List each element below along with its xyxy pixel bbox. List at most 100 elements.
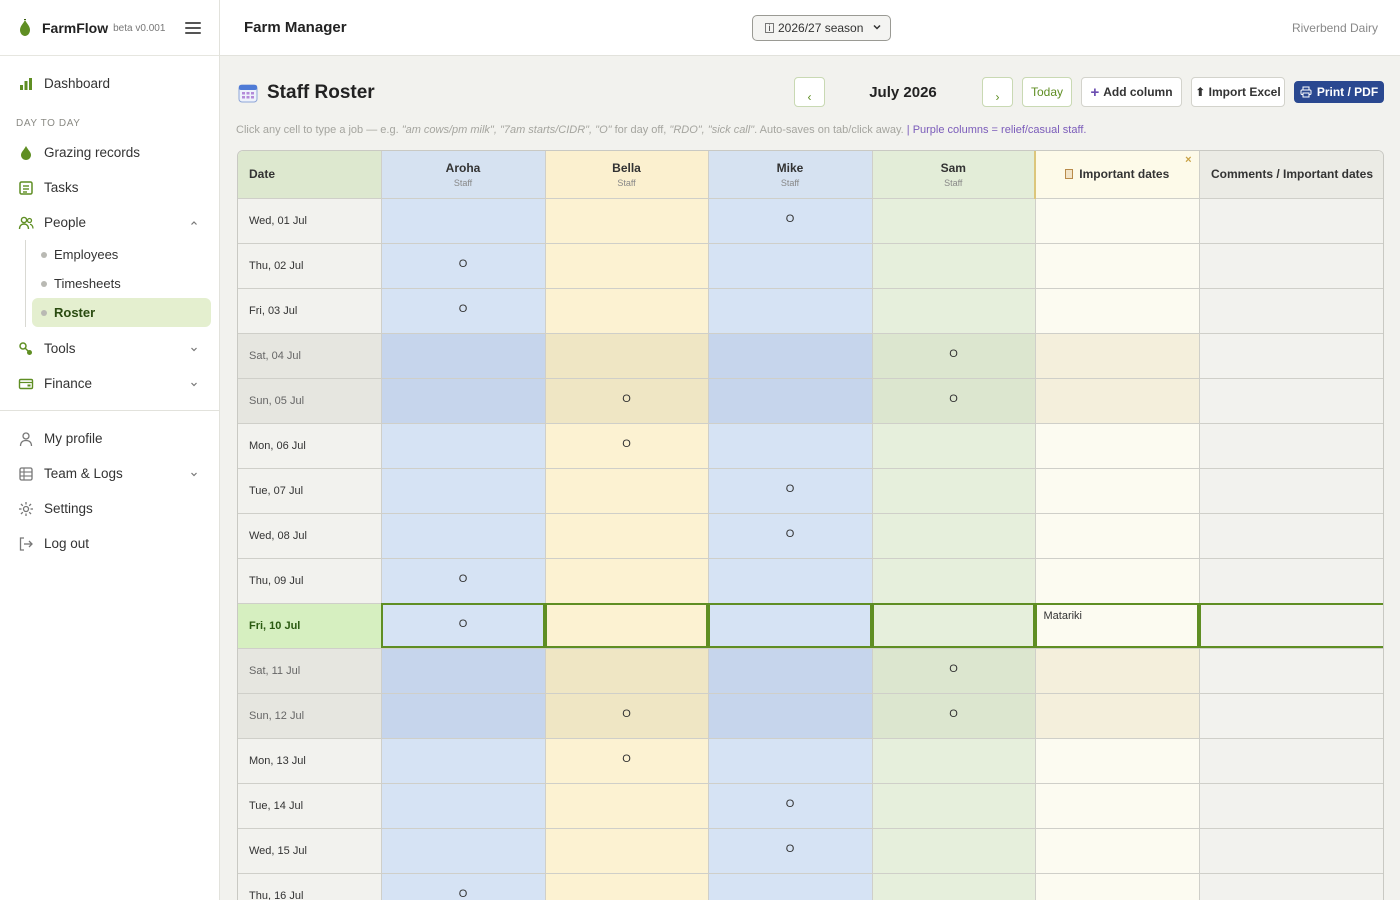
comment-cell[interactable] (1199, 783, 1383, 829)
roster-cell-aroha[interactable] (381, 738, 546, 784)
roster-cell-mike[interactable] (708, 378, 873, 424)
roster-cell-mike[interactable] (708, 243, 873, 289)
roster-cell-aroha[interactable] (381, 198, 546, 244)
prev-month-button[interactable]: ‹ (794, 77, 825, 107)
roster-cell-aroha[interactable]: O (381, 873, 546, 900)
roster-cell-sam[interactable] (872, 603, 1036, 649)
important-date-cell[interactable] (1035, 333, 1200, 379)
staff-column-header-sam[interactable]: Sam Staff (872, 151, 1036, 199)
roster-cell-sam[interactable] (872, 783, 1036, 829)
roster-cell-bella[interactable]: O (545, 423, 709, 469)
roster-cell-aroha[interactable] (381, 648, 546, 694)
roster-cell-mike[interactable] (708, 603, 873, 649)
comment-cell[interactable] (1199, 198, 1383, 244)
important-date-cell[interactable] (1035, 738, 1200, 784)
sidebar-item-finance[interactable]: Finance (0, 366, 219, 401)
sidebar-item-my-profile[interactable]: My profile (0, 421, 219, 456)
roster-cell-mike[interactable] (708, 738, 873, 784)
roster-cell-aroha[interactable] (381, 828, 546, 874)
roster-cell-mike[interactable] (708, 288, 873, 334)
roster-cell-aroha[interactable] (381, 468, 546, 514)
important-date-cell[interactable] (1035, 468, 1200, 514)
roster-cell-mike[interactable]: O (708, 828, 873, 874)
roster-cell-aroha[interactable] (381, 333, 546, 379)
roster-cell-aroha[interactable]: O (381, 288, 546, 334)
sidebar-item-grazing[interactable]: Grazing records (0, 135, 219, 170)
staff-column-header-aroha[interactable]: Aroha Staff (381, 151, 546, 199)
roster-cell-mike[interactable]: O (708, 783, 873, 829)
roster-cell-sam[interactable]: O (872, 693, 1036, 739)
roster-cell-sam[interactable] (872, 468, 1036, 514)
staff-column-header-mike[interactable]: Mike Staff (708, 151, 873, 199)
roster-cell-bella[interactable] (545, 603, 709, 649)
comment-cell[interactable] (1199, 693, 1383, 739)
roster-cell-aroha[interactable] (381, 378, 546, 424)
next-month-button[interactable]: › (982, 77, 1013, 107)
add-column-button[interactable]: + Add column (1081, 77, 1182, 107)
roster-cell-sam[interactable]: O (872, 333, 1036, 379)
important-date-cell[interactable] (1035, 198, 1200, 244)
comment-cell[interactable] (1199, 603, 1383, 649)
roster-cell-bella[interactable] (545, 648, 709, 694)
roster-cell-aroha[interactable] (381, 693, 546, 739)
roster-cell-mike[interactable]: O (708, 513, 873, 559)
roster-cell-mike[interactable]: O (708, 468, 873, 514)
roster-cell-mike[interactable] (708, 423, 873, 469)
comment-cell[interactable] (1199, 873, 1383, 900)
comment-cell[interactable] (1199, 558, 1383, 604)
roster-cell-bella[interactable] (545, 288, 709, 334)
roster-cell-sam[interactable] (872, 288, 1036, 334)
important-date-cell[interactable] (1035, 873, 1200, 900)
roster-cell-bella[interactable] (545, 243, 709, 289)
roster-cell-mike[interactable] (708, 558, 873, 604)
print-pdf-button[interactable]: Print / PDF (1294, 81, 1384, 103)
roster-cell-sam[interactable] (872, 738, 1036, 784)
roster-cell-aroha[interactable] (381, 513, 546, 559)
sidebar-item-timesheets[interactable]: Timesheets (32, 269, 211, 298)
roster-cell-aroha[interactable] (381, 423, 546, 469)
comment-cell[interactable] (1199, 333, 1383, 379)
roster-cell-sam[interactable] (872, 198, 1036, 244)
roster-cell-bella[interactable] (545, 513, 709, 559)
roster-cell-sam[interactable] (872, 423, 1036, 469)
sidebar-item-roster[interactable]: Roster (32, 298, 211, 327)
roster-cell-sam[interactable] (872, 243, 1036, 289)
roster-cell-bella[interactable]: O (545, 378, 709, 424)
roster-cell-mike[interactable] (708, 648, 873, 694)
roster-cell-bella[interactable]: O (545, 693, 709, 739)
roster-cell-mike[interactable] (708, 873, 873, 900)
important-date-cell[interactable] (1035, 288, 1200, 334)
roster-cell-sam[interactable]: O (872, 648, 1036, 694)
comment-cell[interactable] (1199, 513, 1383, 559)
roster-cell-mike[interactable] (708, 333, 873, 379)
sidebar-item-tools[interactable]: Tools (0, 331, 219, 366)
sidebar-item-logout[interactable]: Log out (0, 526, 219, 561)
sidebar-item-employees[interactable]: Employees (32, 240, 211, 269)
important-date-cell[interactable] (1035, 423, 1200, 469)
season-select[interactable]: i 2026/27 season (752, 15, 891, 41)
roster-cell-aroha[interactable]: O (381, 558, 546, 604)
important-date-cell[interactable] (1035, 648, 1200, 694)
roster-cell-bella[interactable] (545, 828, 709, 874)
comment-cell[interactable] (1199, 468, 1383, 514)
comment-cell[interactable] (1199, 423, 1383, 469)
roster-cell-mike[interactable] (708, 693, 873, 739)
comment-cell[interactable] (1199, 738, 1383, 784)
roster-cell-sam[interactable] (872, 873, 1036, 900)
import-excel-button[interactable]: ⬆ Import Excel (1191, 77, 1285, 107)
roster-cell-bella[interactable] (545, 558, 709, 604)
roster-cell-bella[interactable]: O (545, 738, 709, 784)
comment-cell[interactable] (1199, 243, 1383, 289)
important-date-cell[interactable] (1035, 693, 1200, 739)
important-date-cell[interactable] (1035, 828, 1200, 874)
sidebar-item-team-logs[interactable]: Team & Logs (0, 456, 219, 491)
roster-cell-bella[interactable] (545, 333, 709, 379)
important-date-cell[interactable] (1035, 513, 1200, 559)
hamburger-menu-icon[interactable] (185, 21, 201, 34)
roster-cell-aroha[interactable] (381, 783, 546, 829)
roster-cell-bella[interactable] (545, 198, 709, 244)
sidebar-item-tasks[interactable]: Tasks (0, 170, 219, 205)
roster-cell-sam[interactable]: O (872, 378, 1036, 424)
sidebar-item-people[interactable]: People (0, 205, 219, 240)
comment-cell[interactable] (1199, 378, 1383, 424)
